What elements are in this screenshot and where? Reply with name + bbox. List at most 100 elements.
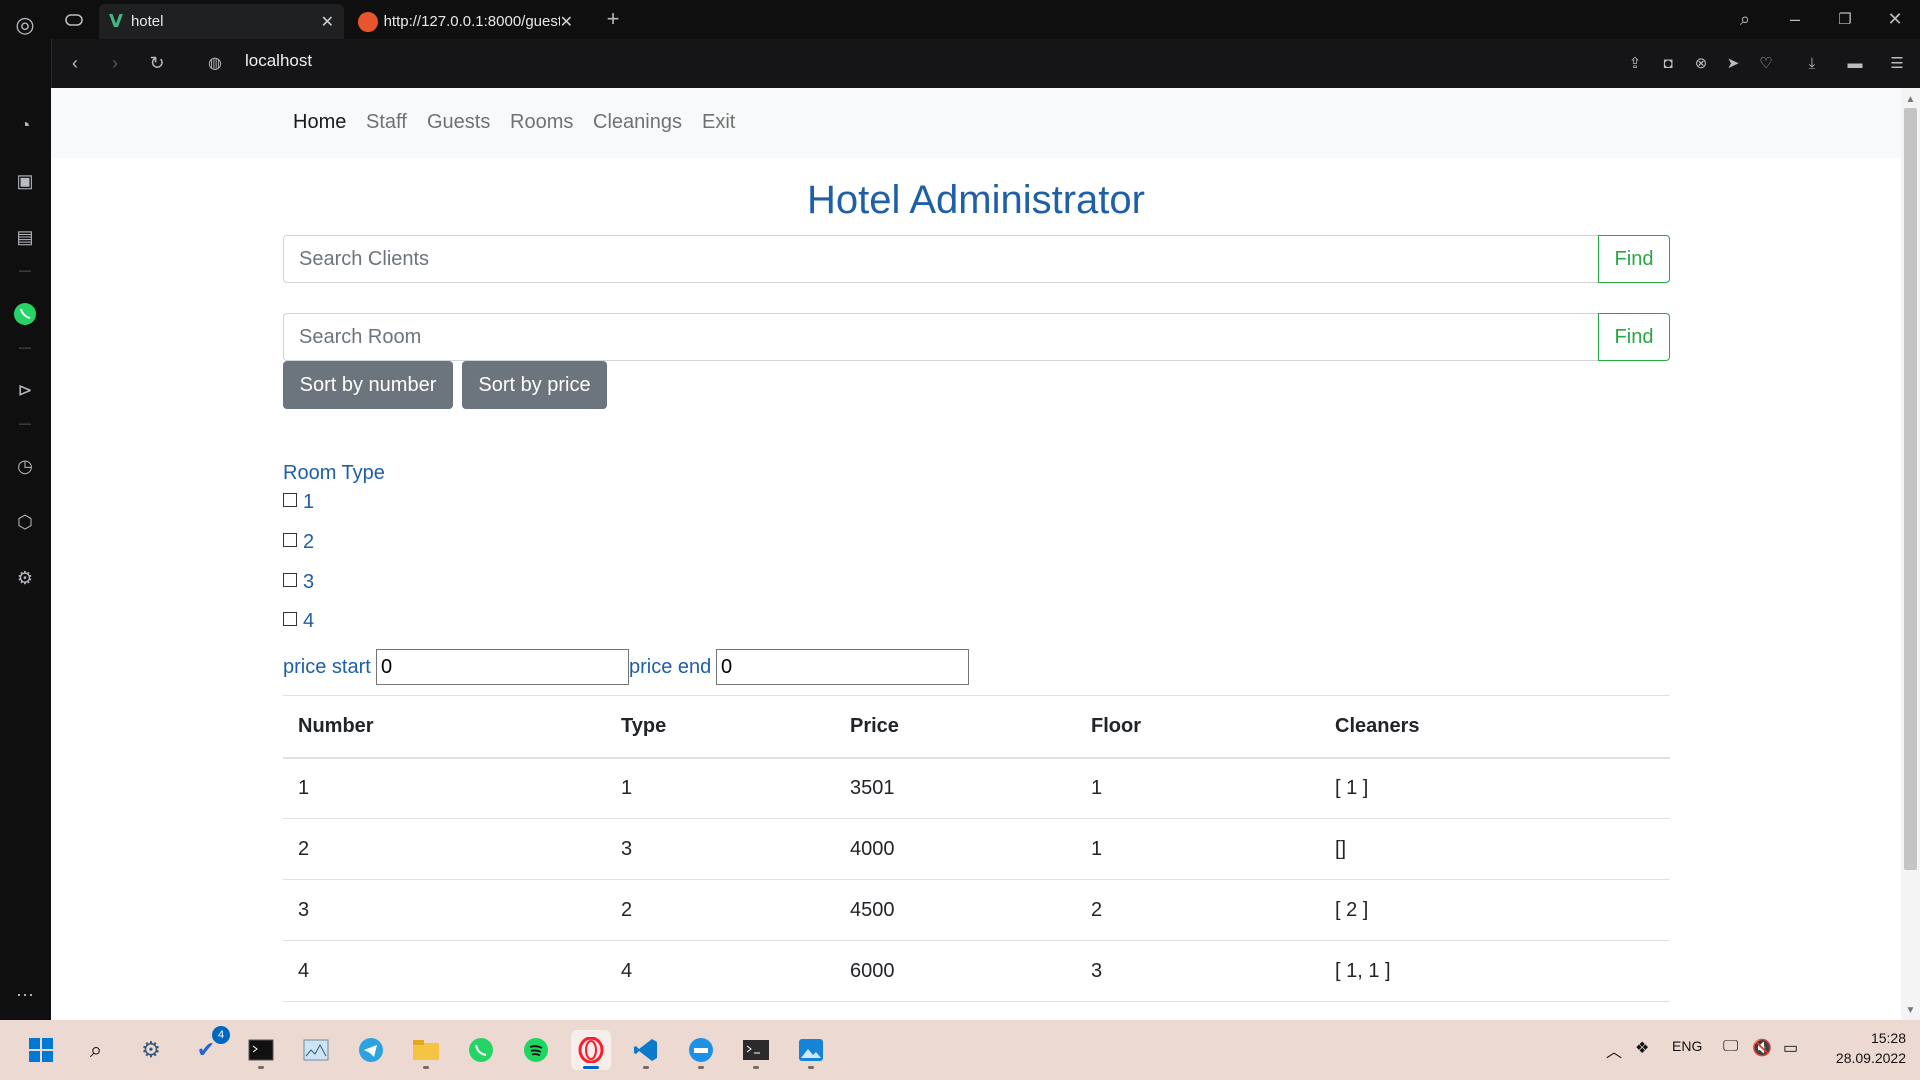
photos-icon[interactable] xyxy=(791,1030,831,1070)
checkbox[interactable] xyxy=(283,532,297,547)
new-tab-icon[interactable]: + xyxy=(600,6,626,32)
room-type-checkbox-1[interactable]: 1 xyxy=(283,491,314,514)
search-room-group: Find xyxy=(283,313,1670,361)
player-icon[interactable]: ⊳ xyxy=(10,377,40,403)
windows-terminal-icon[interactable] xyxy=(736,1030,776,1070)
checkbox[interactable] xyxy=(283,492,297,507)
more-icon[interactable]: ⋯ xyxy=(10,985,40,1005)
price-start-input[interactable] xyxy=(376,649,629,685)
column-header-floor[interactable]: Floor xyxy=(1076,695,1320,759)
cell-type: 2 xyxy=(606,879,835,941)
search-clients-input[interactable] xyxy=(283,235,1599,283)
send-icon[interactable]: ➤ xyxy=(1721,50,1745,76)
twitch-icon[interactable]: ▤ xyxy=(10,224,40,250)
language-indicator[interactable]: ENG xyxy=(1672,1038,1702,1054)
todo-icon[interactable]: ✔ 4 xyxy=(186,1026,230,1070)
running-indicator xyxy=(258,1066,264,1069)
file-explorer-icon[interactable] xyxy=(406,1030,446,1070)
checkbox[interactable] xyxy=(283,572,297,587)
heart-icon[interactable]: ♡ xyxy=(1754,50,1778,76)
opera-browser-icon[interactable] xyxy=(571,1030,611,1070)
extensions-icon[interactable]: ⬡ xyxy=(10,509,40,535)
resource-monitor-icon[interactable] xyxy=(296,1030,336,1070)
terminal-icon[interactable] xyxy=(241,1030,281,1070)
find-clients-button[interactable]: Find xyxy=(1598,235,1670,283)
scroll-down-icon[interactable]: ▼ xyxy=(1901,1001,1920,1019)
settings-icon[interactable]: ⚙ xyxy=(10,565,40,591)
tab-hotel[interactable]: V hotel ✕ xyxy=(99,4,344,39)
history-icon[interactable]: ◷ xyxy=(10,453,40,479)
price-end-input[interactable] xyxy=(716,649,969,685)
dropbox-icon[interactable]: ❖ xyxy=(1635,1038,1649,1058)
column-header-price[interactable]: Price xyxy=(835,695,1076,759)
separator: — xyxy=(19,416,31,430)
sort-by-number-button[interactable]: Sort by number xyxy=(283,361,453,409)
telegram-icon[interactable] xyxy=(351,1030,391,1070)
restore-icon[interactable]: ❐ xyxy=(1832,6,1858,32)
nav-rooms[interactable]: Rooms xyxy=(510,111,573,134)
chevron-up-icon[interactable]: ︿ xyxy=(1606,1038,1622,1062)
cell-floor: 1 xyxy=(1076,757,1320,819)
volume-muted-icon[interactable]: 🔇 xyxy=(1752,1038,1772,1058)
nav-staff[interactable]: Staff xyxy=(366,111,407,134)
cell-type: 1 xyxy=(606,757,835,819)
reload-icon[interactable]: ↻ xyxy=(144,50,170,76)
docker-icon[interactable] xyxy=(681,1030,721,1070)
nav-cleanings[interactable]: Cleanings xyxy=(593,111,682,134)
download-icon[interactable]: ⤓ xyxy=(1800,50,1824,76)
tab-guest[interactable]: http://127.0.0.1:8000/guest ✕ xyxy=(348,4,583,39)
spotify-icon[interactable] xyxy=(516,1030,556,1070)
whatsapp-icon[interactable] xyxy=(461,1030,501,1070)
checkbox[interactable] xyxy=(283,611,297,626)
address-url[interactable]: localhost xyxy=(245,51,312,71)
whatsapp-icon[interactable] xyxy=(10,300,40,328)
search-clients-group: Find xyxy=(283,235,1670,283)
gaming-controller-icon[interactable] xyxy=(61,7,87,33)
back-icon[interactable]: ‹ xyxy=(62,50,88,76)
cell-floor: 3 xyxy=(1076,940,1320,1002)
network-icon[interactable]: 🖵 xyxy=(1723,1038,1738,1056)
ad-block-icon[interactable]: ⊗ xyxy=(1689,50,1713,76)
scrollbar-thumb[interactable] xyxy=(1904,108,1917,870)
cell-number: 3 xyxy=(283,879,606,941)
scroll-up-icon[interactable]: ▲ xyxy=(1901,90,1920,108)
running-indicator xyxy=(423,1066,429,1069)
close-icon[interactable]: ✕ xyxy=(560,12,573,32)
sort-by-price-button[interactable]: Sort by price xyxy=(462,361,607,409)
search-icon[interactable]: ⌕ xyxy=(76,1030,116,1070)
room-type-checkbox-3[interactable]: 3 xyxy=(283,571,314,594)
opera-logo-icon[interactable]: ◎ xyxy=(10,10,40,40)
search-tabs-icon[interactable]: ⌕ xyxy=(1732,6,1758,32)
nav-home[interactable]: Home xyxy=(293,111,346,134)
easy-setup-icon[interactable]: ☰ xyxy=(1885,50,1909,76)
cell-cleaners: [ 2 ] xyxy=(1320,879,1670,941)
camera-icon[interactable]: ◘ xyxy=(1656,50,1680,76)
close-window-icon[interactable]: ✕ xyxy=(1882,6,1908,32)
clock-date[interactable]: 28.09.2022 xyxy=(1822,1050,1906,1066)
clock-time[interactable]: 15:28 xyxy=(1822,1030,1906,1046)
briefcase-icon[interactable]: ▣ xyxy=(10,168,40,194)
vue-logo-icon: V xyxy=(109,11,123,32)
nav-exit[interactable]: Exit xyxy=(702,111,735,134)
forward-icon[interactable]: › xyxy=(102,50,128,76)
minimize-icon[interactable]: – xyxy=(1782,6,1808,32)
running-indicator xyxy=(753,1066,759,1069)
nav-guests[interactable]: Guests xyxy=(427,111,490,134)
battery-icon[interactable]: ▭ xyxy=(1783,1038,1798,1058)
cell-number: 1 xyxy=(283,757,606,819)
share-icon[interactable]: ⇪ xyxy=(1623,50,1647,76)
column-header-cleaners[interactable]: Cleaners xyxy=(1320,695,1670,759)
search-room-input[interactable] xyxy=(283,313,1599,361)
cell-type: 4 xyxy=(606,940,835,1002)
room-type-checkbox-4[interactable]: 4 xyxy=(283,610,314,633)
battery-saver-icon[interactable]: ▬ xyxy=(1843,50,1867,76)
settings-gear-icon[interactable]: ⚙ xyxy=(131,1030,171,1070)
windows-start-icon[interactable] xyxy=(21,1030,61,1070)
room-type-checkbox-2[interactable]: 2 xyxy=(283,531,314,554)
speed-dial-icon[interactable]: ◔ xyxy=(10,112,40,138)
close-icon[interactable]: ✕ xyxy=(321,12,334,32)
vscode-icon[interactable] xyxy=(626,1030,666,1070)
column-header-type[interactable]: Type xyxy=(606,695,835,759)
find-room-button[interactable]: Find xyxy=(1598,313,1670,361)
column-header-number[interactable]: Number xyxy=(283,695,606,759)
